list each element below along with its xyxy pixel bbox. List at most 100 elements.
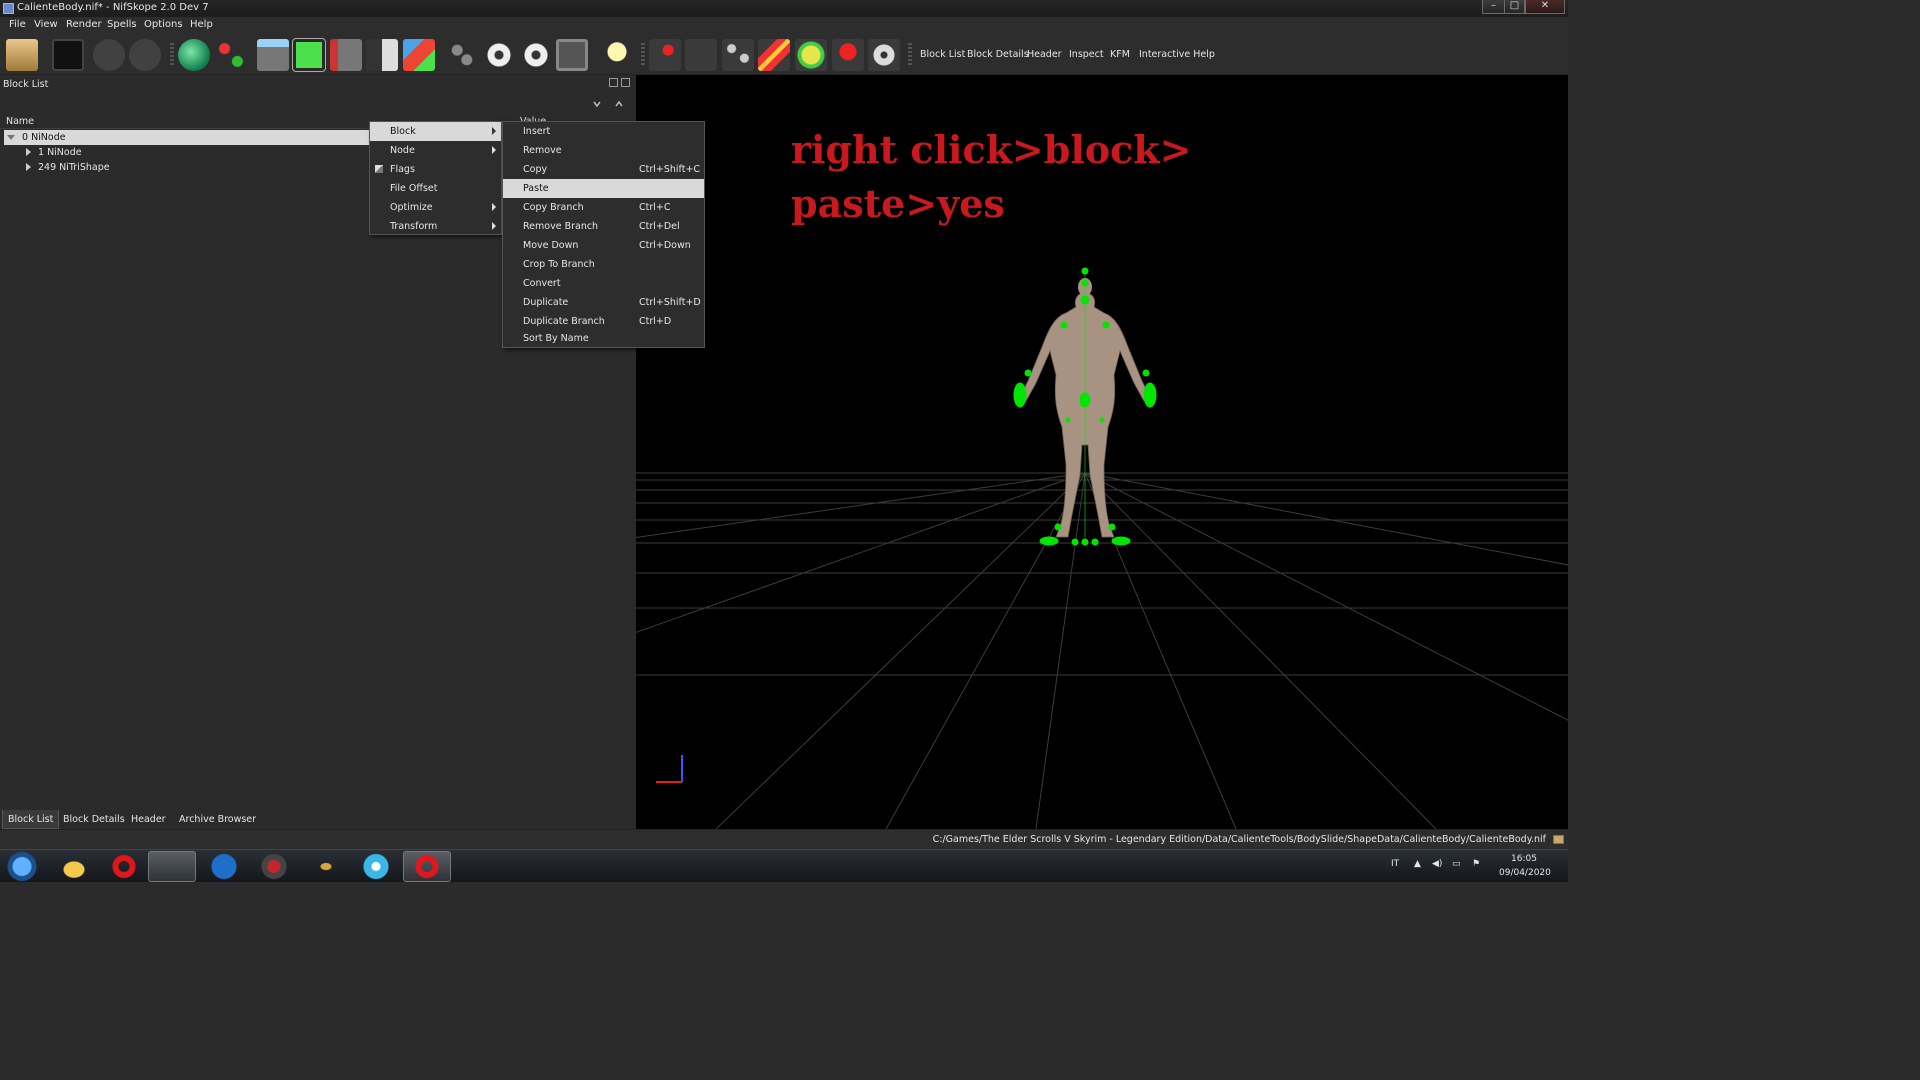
- view-cube-icon[interactable]: [403, 39, 435, 71]
- windows-taskbar: IT ▲ ◀) ▭ ⚑ 16:05 09/04/2020: [0, 849, 1568, 882]
- select-vertex-icon[interactable]: [215, 39, 247, 71]
- axes-icon[interactable]: [685, 39, 717, 71]
- tab-block-details[interactable]: Block Details: [58, 810, 130, 829]
- close-panel-icon[interactable]: [621, 78, 630, 87]
- clock-time[interactable]: 16:05: [1511, 854, 1537, 864]
- expand-arrow-icon[interactable]: [26, 163, 31, 171]
- game-icon[interactable]: [250, 851, 298, 882]
- bottom-tab-bar: Block List Block Details Header Archive …: [0, 810, 636, 829]
- float-panel-icon[interactable]: [609, 78, 618, 87]
- submenu-move-down[interactable]: Move Down Ctrl+Down: [503, 236, 704, 255]
- submenu-remove[interactable]: Remove: [503, 141, 704, 160]
- havok-icon[interactable]: [795, 39, 827, 71]
- undo-icon[interactable]: [93, 39, 125, 71]
- visibility-icon[interactable]: [868, 39, 900, 71]
- view-side-icon[interactable]: [330, 39, 362, 71]
- markers-icon[interactable]: [832, 39, 864, 71]
- network-icon[interactable]: ▭: [1452, 859, 1461, 869]
- opera-active-icon[interactable]: [403, 851, 451, 882]
- submenu-copy-branch[interactable]: Copy Branch Ctrl+C: [503, 198, 704, 217]
- action-center-flag-icon[interactable]: ⚑: [1472, 859, 1480, 869]
- toolbar-block-details[interactable]: Block Details: [967, 49, 1029, 60]
- submenu-convert[interactable]: Convert: [503, 274, 704, 293]
- main-toolbar: Block List Block Details Header Inspect …: [0, 35, 1568, 75]
- toolbar-block-list[interactable]: Block List: [920, 49, 965, 60]
- tree-row-0-ninode[interactable]: 0 NiNode: [4, 130, 370, 145]
- ctx-item-node[interactable]: Node: [370, 141, 501, 160]
- submenu-arrow-icon: [492, 127, 496, 135]
- save-icon[interactable]: [52, 39, 84, 71]
- tree-expand-collapse-icons[interactable]: [592, 99, 626, 109]
- ctx-item-file-offset[interactable]: File Offset: [370, 179, 501, 198]
- opera-icon[interactable]: [100, 851, 148, 882]
- ffdec-icon[interactable]: [200, 851, 248, 882]
- view-front-icon[interactable]: [292, 38, 326, 72]
- tree-row-1-ninode[interactable]: 1 NiNode: [4, 145, 370, 160]
- ctx-item-optimize[interactable]: Optimize: [370, 198, 501, 217]
- tree-row-249-nitrishape[interactable]: 249 NiTriShape: [4, 160, 370, 175]
- walk-icon[interactable]: [446, 39, 478, 71]
- language-indicator[interactable]: IT: [1391, 859, 1399, 869]
- marker-icon[interactable]: [649, 39, 681, 71]
- ctx-item-block[interactable]: Block: [370, 122, 501, 141]
- clock-date[interactable]: 09/04/2020: [1499, 868, 1551, 878]
- toolbar-interactive-help[interactable]: Interactive Help: [1139, 49, 1215, 60]
- view-back-icon[interactable]: [366, 39, 398, 71]
- show-nodes-icon[interactable]: [520, 39, 552, 71]
- submenu-duplicate[interactable]: Duplicate Ctrl+Shift+D: [503, 293, 704, 312]
- select-object-icon[interactable]: [178, 39, 210, 71]
- menu-file[interactable]: File: [9, 19, 26, 30]
- open-icon[interactable]: [6, 39, 38, 71]
- menu-render[interactable]: Render: [66, 19, 102, 30]
- tab-block-list[interactable]: Block List: [2, 810, 60, 829]
- flags-icon: [375, 165, 383, 173]
- skeleton-icon[interactable]: [722, 39, 754, 71]
- submenu-crop-to-branch[interactable]: Crop To Branch: [503, 255, 704, 274]
- toolbar-header[interactable]: Header: [1027, 49, 1062, 60]
- column-name[interactable]: Name: [6, 116, 34, 127]
- menu-help[interactable]: Help: [190, 19, 213, 30]
- collapse-arrow-icon[interactable]: [7, 135, 15, 140]
- ctx-item-transform[interactable]: Transform: [370, 217, 501, 236]
- lighting-icon[interactable]: [601, 39, 633, 71]
- view-flat-icon[interactable]: [257, 39, 289, 71]
- submenu-remove-branch[interactable]: Remove Branch Ctrl+Del: [503, 217, 704, 236]
- menu-view[interactable]: View: [34, 19, 58, 30]
- axis-gizmo: [656, 755, 683, 783]
- start-icon[interactable]: [2, 851, 42, 882]
- panel-title: Block List: [3, 79, 49, 90]
- submenu-insert[interactable]: Insert: [503, 122, 704, 141]
- expand-arrow-icon[interactable]: [26, 148, 31, 156]
- toolbar-kfm[interactable]: KFM: [1110, 49, 1130, 60]
- bodyslide-icon[interactable]: [302, 851, 350, 882]
- show-hidden-icon[interactable]: [483, 39, 515, 71]
- tab-archive-browser[interactable]: Archive Browser: [174, 810, 261, 829]
- explorer-icon[interactable]: [50, 851, 98, 882]
- media-center-icon[interactable]: [148, 851, 196, 882]
- constraints-icon[interactable]: [758, 39, 790, 71]
- tray-expand-icon[interactable]: ▲: [1414, 859, 1421, 869]
- screenshot-icon[interactable]: [556, 39, 588, 71]
- nifskope-app-icon: [3, 3, 14, 14]
- menu-spells[interactable]: Spells: [107, 19, 137, 30]
- volume-icon[interactable]: ◀): [1432, 859, 1442, 869]
- submenu-arrow-icon: [492, 146, 496, 154]
- folder-icon: [1553, 835, 1564, 844]
- ctx-item-flags[interactable]: Flags: [370, 160, 501, 179]
- annotation-line-1: right click>block>: [791, 127, 1192, 172]
- menu-options[interactable]: Options: [144, 19, 183, 30]
- minimize-button[interactable]: –: [1482, 0, 1505, 14]
- close-button[interactable]: ✕: [1525, 0, 1565, 14]
- submenu-sort-by-name[interactable]: Sort By Name: [503, 329, 704, 348]
- tab-header[interactable]: Header: [126, 810, 171, 829]
- itunes-icon[interactable]: [352, 851, 400, 882]
- toolbar-inspect[interactable]: Inspect: [1069, 49, 1104, 60]
- redo-icon[interactable]: [129, 39, 161, 71]
- window-title: CalienteBody.nif* - NifSkope 2.0 Dev 7: [17, 2, 209, 13]
- toolbar-separator: [641, 43, 645, 67]
- annotation-line-2: paste>yes: [791, 181, 1005, 226]
- 3d-viewport[interactable]: right click>block> paste>yes: [636, 75, 1568, 829]
- submenu-paste[interactable]: Paste: [503, 179, 704, 198]
- submenu-copy[interactable]: Copy Ctrl+Shift+C: [503, 160, 704, 179]
- maximize-button[interactable]: □: [1504, 0, 1525, 14]
